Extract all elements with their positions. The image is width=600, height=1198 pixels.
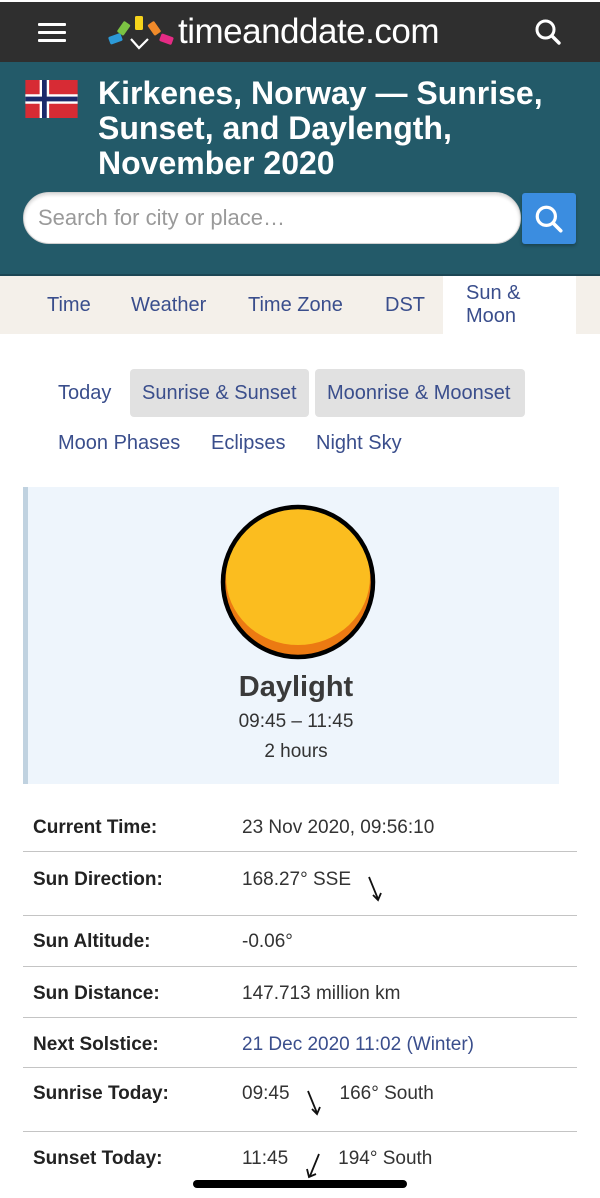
sunset-direction-value: 194° South [338, 1148, 433, 1169]
sun-altitude-value: -0.06° [242, 931, 293, 952]
sub-nav: Today Sunrise & Sunset Moonrise & Moonse… [0, 334, 600, 484]
daylight-title: Daylight [238, 671, 354, 703]
subnav-eclipses[interactable]: Eclipses [211, 419, 285, 467]
row-label: Sun Altitude: [33, 931, 151, 952]
table-row: Current Time: 23 Nov 2020, 09:56:10 [23, 800, 577, 852]
subnav-moonrise-moonset[interactable]: Moonrise & Moonset [315, 369, 525, 417]
page-header: Kirkenes, Norway — Sunrise, Sunset, and … [0, 62, 600, 276]
subnav-today[interactable]: Today [58, 369, 111, 417]
arrow-down-left-icon [306, 1153, 320, 1179]
page-title: Kirkenes, Norway — Sunrise, Sunset, and … [98, 75, 543, 181]
tab-time-zone[interactable]: Time Zone [248, 276, 343, 334]
subnav-sunrise-sunset[interactable]: Sunrise & Sunset [130, 369, 309, 417]
sun-info-table: Current Time: 23 Nov 2020, 09:56:10 Sun … [23, 800, 577, 1192]
sun-distance-value: 147.713 million km [242, 983, 401, 1004]
row-label: Sun Direction: [33, 869, 163, 890]
sunset-time-value: 11:45 [242, 1148, 289, 1169]
hamburger-menu-icon[interactable] [38, 23, 66, 43]
sun-icon [220, 504, 376, 660]
current-time-value: 23 Nov 2020, 09:56:10 [242, 817, 435, 838]
daylight-card: Daylight 09:45 – 11:45 2 hours [23, 487, 559, 784]
sunrise-direction-value: 166° South [339, 1083, 434, 1104]
row-label: Sunrise Today: [33, 1083, 169, 1104]
arrow-down-right-icon [306, 1090, 321, 1116]
search-icon[interactable] [534, 18, 562, 46]
main-nav: Time Weather Time Zone DST Sun & Moon [0, 276, 600, 334]
row-label: Next Solstice: [33, 1034, 159, 1055]
row-label: Sun Distance: [33, 983, 160, 1004]
table-row: Sunrise Today: 09:45 166° South [23, 1068, 577, 1132]
daylight-time-range: 09:45 – 11:45 [238, 711, 354, 732]
table-row: Next Solstice: 21 Dec 2020 11:02 (Winter… [23, 1018, 577, 1068]
arrow-down-right-icon [368, 876, 382, 902]
tab-time[interactable]: Time [47, 276, 91, 334]
row-label: Sunset Today: [33, 1148, 163, 1169]
table-row: Sun Direction: 168.27° SSE [23, 852, 577, 916]
search-form [23, 192, 577, 244]
home-indicator[interactable] [193, 1180, 407, 1188]
norway-flag-icon [25, 80, 78, 118]
sunrise-time-value: 09:45 [242, 1083, 290, 1104]
top-bar: timeanddate.com [0, 0, 600, 62]
tab-dst[interactable]: DST [385, 276, 425, 334]
site-logo[interactable]: timeanddate.com [108, 12, 439, 54]
city-search-input[interactable] [23, 192, 521, 244]
sun-direction-value: 168.27° SSE [242, 869, 352, 890]
search-icon [535, 205, 563, 233]
next-solstice-link[interactable]: 21 Dec 2020 11:02 (Winter) [242, 1034, 474, 1056]
logo-text: timeanddate.com [178, 12, 439, 51]
row-label: Current Time: [33, 817, 158, 838]
tab-weather[interactable]: Weather [131, 276, 206, 334]
search-button[interactable] [522, 193, 576, 244]
subnav-night-sky[interactable]: Night Sky [316, 419, 402, 467]
daylight-duration: 2 hours [264, 741, 328, 762]
subnav-moon-phases[interactable]: Moon Phases [58, 419, 180, 467]
table-row: Sun Altitude: -0.06° [23, 916, 577, 967]
tab-sun-and-moon[interactable]: Sun & Moon [443, 276, 576, 334]
table-row: Sun Distance: 147.713 million km [23, 967, 577, 1018]
logo-burst-icon [108, 16, 174, 50]
